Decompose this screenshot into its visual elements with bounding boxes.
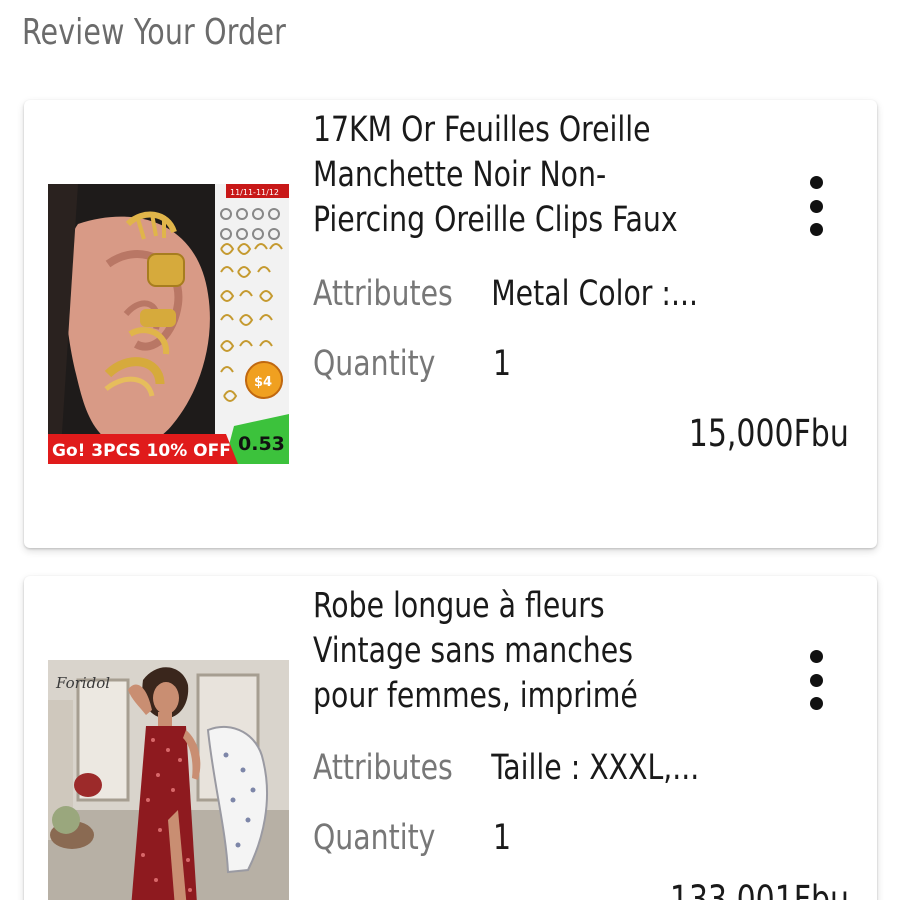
product-title-line: pour femmes, imprimé [313,676,638,716]
menu-dot [809,176,823,189]
product-title[interactable]: 17KM Or Feuilles Oreille Manchette Noir … [313,108,736,243]
quantity-row: Quantity 1 [313,818,511,858]
sticker-price-text: $4 [254,375,272,390]
product-image[interactable]: 11/11-11/12 $4 0.53 Go! 3PCS 10% OFF [48,184,289,464]
menu-dot [809,697,823,710]
attributes-row: Attributes Taille : XXXL,... [313,748,699,788]
quantity-value: 1 [493,344,512,384]
attributes-row: Attributes Metal Color :... [313,274,698,314]
order-item-card[interactable]: Foridol Robe longue à fleurs Vintage san… [24,576,877,900]
brand-watermark-text: Foridol [55,674,110,692]
quantity-label: Quantity [313,818,436,858]
floral-dress-product-photo: Foridol [48,660,289,900]
product-title-line: Manchette Noir Non- [313,155,607,195]
menu-dot [809,223,823,236]
price-tag-text: 0.53 [238,433,285,455]
product-title-line: Robe longue à fleurs [313,586,605,626]
more-vertical-icon[interactable] [802,176,830,236]
menu-dot [809,650,823,663]
attributes-label: Attributes [313,748,453,788]
ear-cuff-product-photo: 11/11-11/12 $4 0.53 Go! 3PCS 10% OFF [48,184,289,464]
more-vertical-icon[interactable] [802,650,830,710]
review-order-page: Review Your Order 1 1/11-11/12 $4 0.53 Go… [0,0,900,900]
attributes-value: Taille : XXXL,... [491,748,700,788]
menu-dot [809,199,823,213]
product-title-line: Vintage sans manches [313,631,633,671]
item-price: 133,001Fbu [669,878,849,900]
order-item-card[interactable]: 11/11-11/12 $4 0.53 Go! 3PCS 10% OFF 17K… [24,100,877,548]
product-title-line: 17KM Or Feuilles Oreille [313,110,651,150]
item-price: 15,000Fbu [688,412,849,455]
page-title: Review Your Order [22,12,286,53]
quantity-row: Quantity 1 [313,344,511,384]
promo-banner-text: Go! 3PCS 10% OFF [52,441,231,461]
menu-dot [809,673,823,687]
date-badge-text: 11/11-11/12 [230,188,279,197]
product-title[interactable]: Robe longue à fleurs Vintage sans manche… [313,584,736,719]
quantity-label: Quantity [313,344,436,384]
attributes-value: Metal Color :... [491,274,698,314]
attributes-label: Attributes [313,274,453,314]
quantity-value: 1 [493,818,512,858]
product-title-line: Piercing Oreille Clips Faux [313,200,678,240]
product-image[interactable]: Foridol [48,660,289,900]
